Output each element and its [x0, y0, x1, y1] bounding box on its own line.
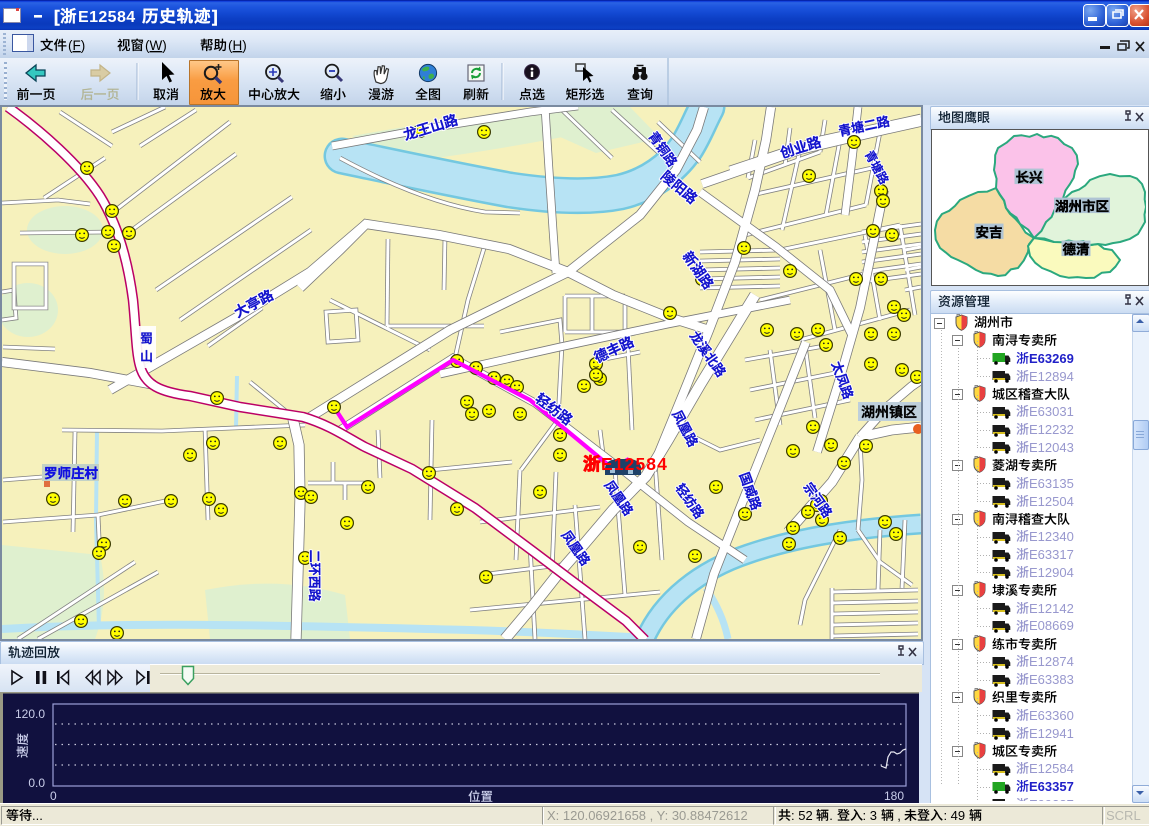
svg-text:0.0: 0.0 [28, 776, 45, 790]
svg-text:120.0: 120.0 [15, 707, 45, 721]
svg-text:0: 0 [50, 789, 57, 803]
svg-text:180: 180 [884, 789, 904, 803]
